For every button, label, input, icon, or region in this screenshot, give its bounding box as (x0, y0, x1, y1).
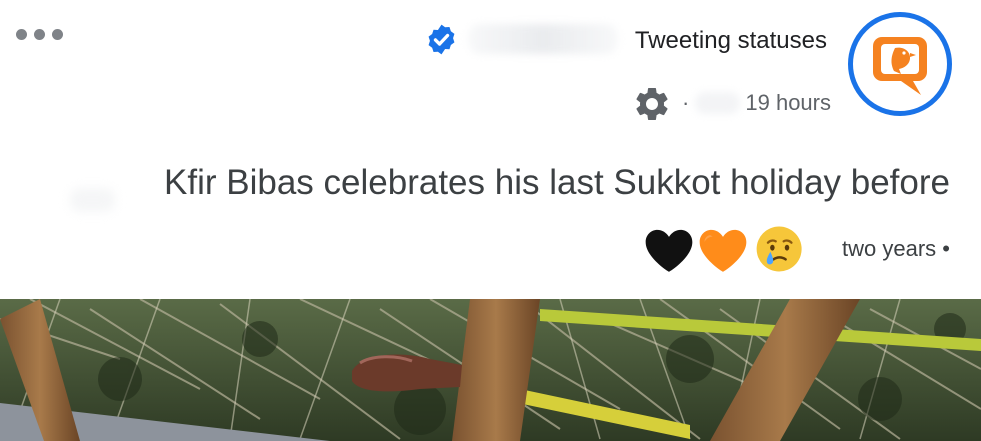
bird-speech-bubble-logo-icon (873, 37, 927, 95)
post-age: two years • (842, 236, 950, 261)
more-dot (34, 28, 45, 40)
video-frame-image (0, 299, 981, 441)
more-options-icon[interactable] (16, 20, 72, 48)
crying-face-icon (756, 226, 802, 272)
more-dot (52, 28, 63, 40)
post-header: Tweeting statuses · 19 hours Kfir Bibas … (0, 0, 981, 300)
video-thumbnail[interactable] (0, 299, 981, 441)
channel-name[interactable]: Tweeting statuses (635, 24, 827, 58)
verified-badge-icon (428, 24, 455, 55)
post-text: Kfir Bibas celebrates his last Sukkot ho… (164, 163, 950, 202)
blurred-leading-text (70, 188, 115, 212)
channel-avatar[interactable] (848, 12, 952, 116)
more-dot (16, 28, 27, 40)
blurred-meta (695, 92, 740, 114)
black-heart-icon (645, 229, 693, 272)
meta-separator: · (682, 90, 690, 115)
orange-heart-icon (699, 229, 747, 272)
blurred-handle (468, 24, 618, 54)
gear-icon[interactable] (632, 84, 672, 124)
post-time: 19 hours (745, 90, 831, 115)
